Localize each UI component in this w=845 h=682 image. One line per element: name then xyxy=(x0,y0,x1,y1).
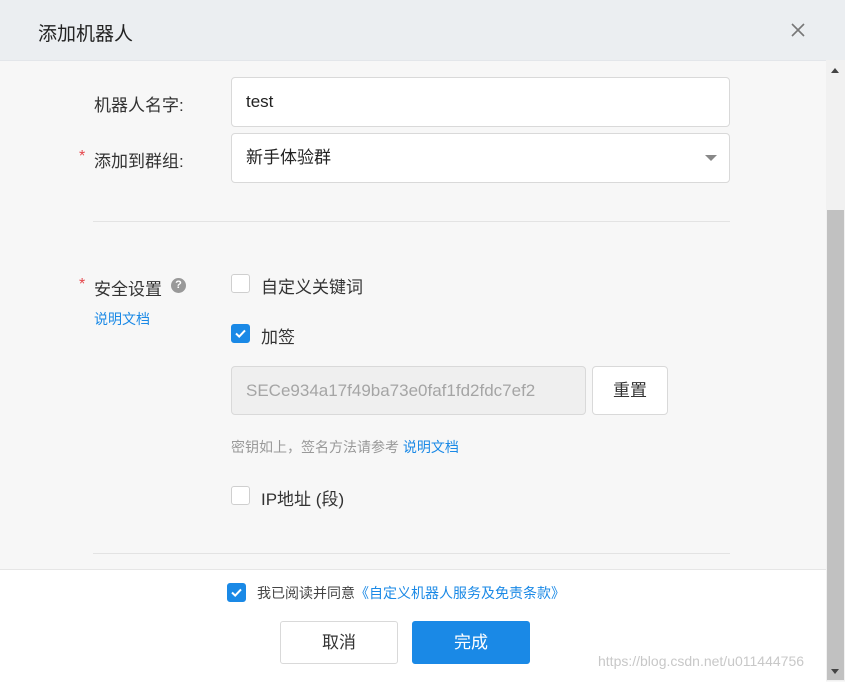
scroll-up-arrow-icon[interactable] xyxy=(831,68,839,73)
ip-checkbox[interactable] xyxy=(231,486,250,505)
divider xyxy=(93,553,730,554)
sign-checkbox[interactable] xyxy=(231,324,250,343)
scrollbar[interactable] xyxy=(826,60,845,681)
keyword-checkbox[interactable] xyxy=(231,274,250,293)
keyword-option-label: 自定义关键词 xyxy=(261,273,363,298)
help-icon[interactable]: ? xyxy=(171,278,186,293)
ip-option-label: IP地址 (段) xyxy=(261,485,344,510)
check-icon xyxy=(234,327,247,340)
required-mark: * xyxy=(79,148,85,166)
divider xyxy=(93,221,730,222)
close-icon[interactable] xyxy=(786,18,810,42)
terms-link[interactable]: 《自定义机器人服务及免责条款》 xyxy=(355,585,565,601)
name-label: 机器人名字: xyxy=(94,91,184,116)
robot-name-input[interactable]: test xyxy=(231,77,730,127)
hint-doc-link[interactable]: 说明文档 xyxy=(403,439,459,455)
check-icon xyxy=(230,586,243,599)
scrollbar-thumb[interactable] xyxy=(827,210,844,680)
security-doc-link[interactable]: 说明文档 xyxy=(94,309,150,329)
dialog-header: 添加机器人 xyxy=(0,0,845,61)
agree-text: 我已阅读并同意 xyxy=(257,585,355,601)
cancel-button[interactable]: 取消 xyxy=(280,621,398,664)
agree-checkbox[interactable] xyxy=(227,583,246,602)
add-robot-dialog: 添加机器人 机器人名字: test * 添加到群组: 新手体验群 * 安全设置 … xyxy=(0,0,845,681)
group-label: 添加到群组: xyxy=(94,147,184,172)
scroll-down-arrow-icon[interactable] xyxy=(831,669,839,674)
agree-statement: 我已阅读并同意《自定义机器人服务及免责条款》 xyxy=(257,583,565,603)
required-mark: * xyxy=(79,276,85,294)
secret-hint: 密钥如上，签名方法请参考 说明文档 xyxy=(231,437,459,457)
security-label: 安全设置 xyxy=(94,275,162,300)
group-select-value: 新手体验群 xyxy=(246,148,331,167)
group-select[interactable]: 新手体验群 xyxy=(231,133,730,183)
secret-key-field[interactable]: SECe934a17f49ba73e0faf1fd2fdc7ef2 xyxy=(231,366,586,415)
dialog-title: 添加机器人 xyxy=(38,19,133,46)
reset-button[interactable]: 重置 xyxy=(592,366,668,415)
chevron-down-icon xyxy=(705,155,717,161)
confirm-button[interactable]: 完成 xyxy=(412,621,530,664)
watermark: https://blog.csdn.net/u011444756 xyxy=(598,653,804,669)
sign-option-label: 加签 xyxy=(261,323,295,348)
hint-text: 密钥如上，签名方法请参考 xyxy=(231,439,403,455)
